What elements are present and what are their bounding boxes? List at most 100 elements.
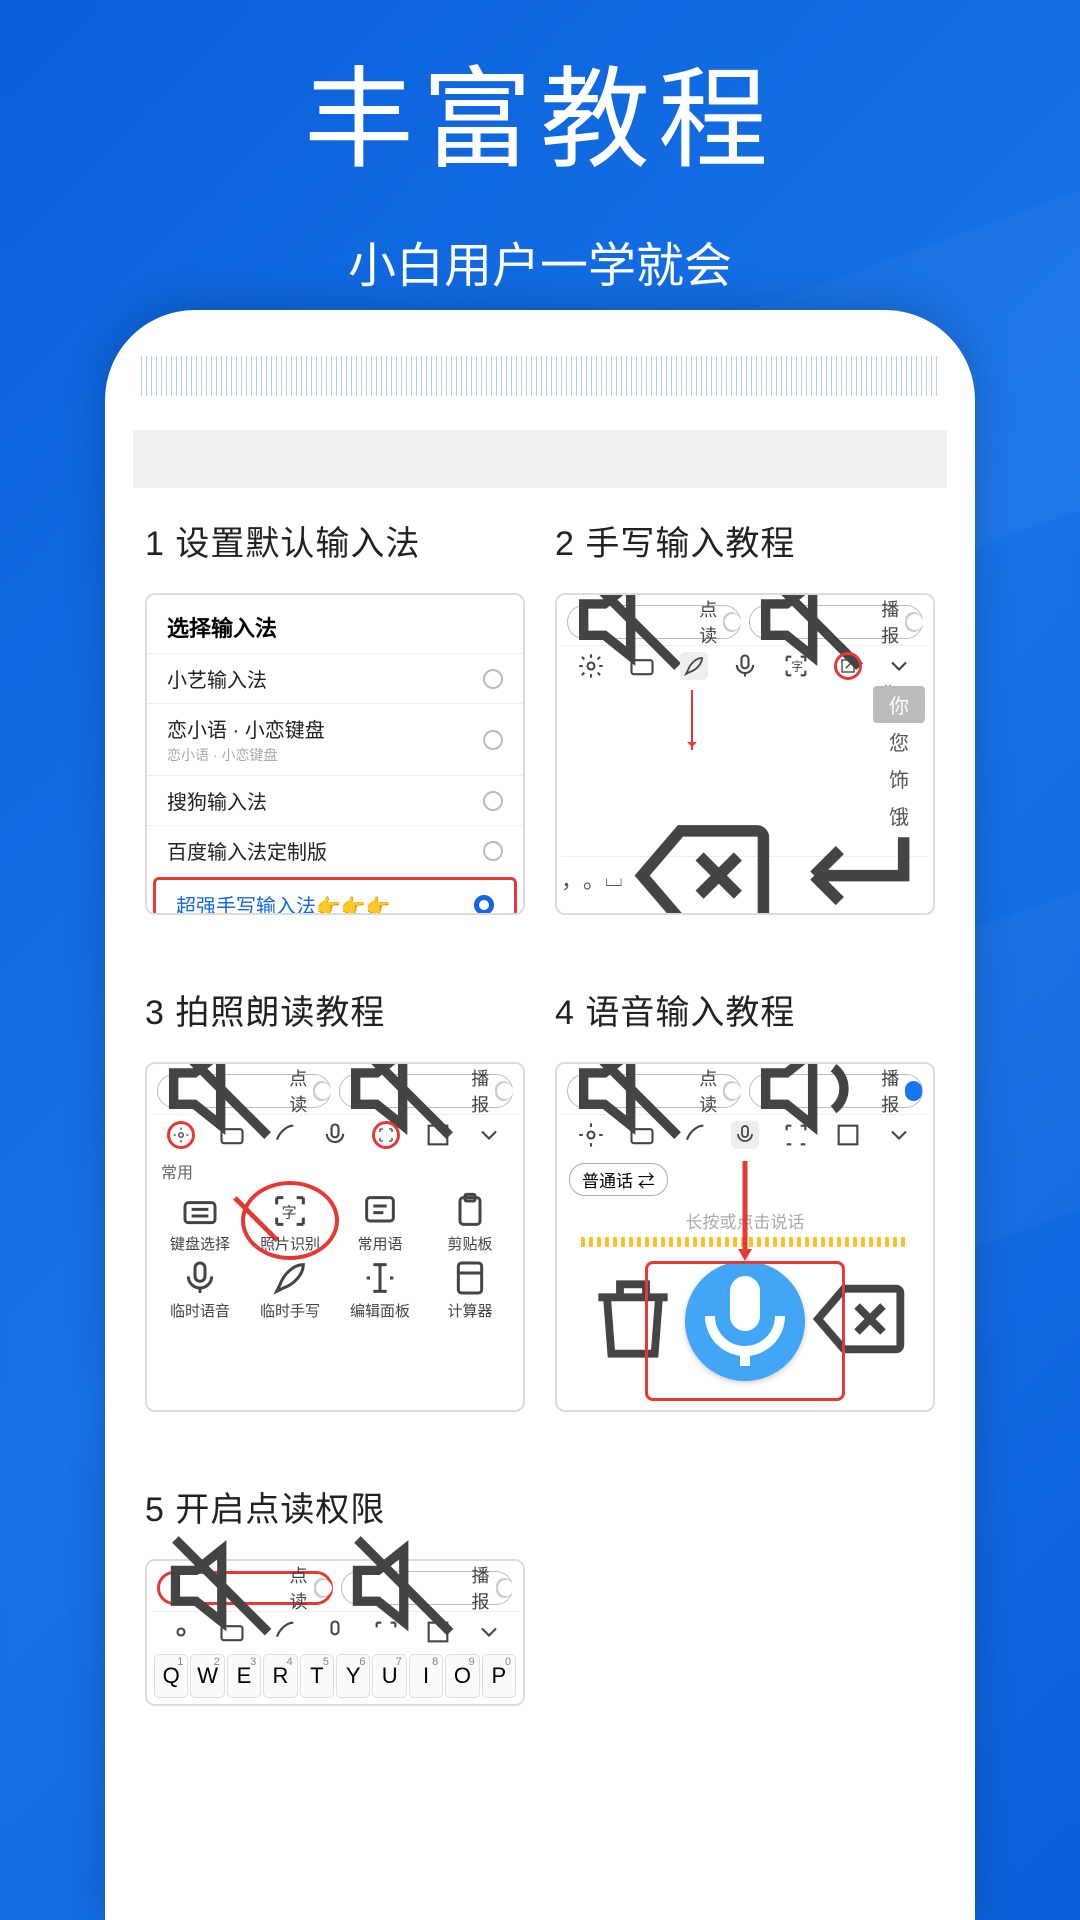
annotation-arrow <box>691 690 693 750</box>
comma-key[interactable]: ， <box>561 863 583 895</box>
tool-clipboard[interactable]: 剪贴板 <box>427 1191 513 1254</box>
chevron-down-icon[interactable] <box>885 652 913 680</box>
feather-icon[interactable] <box>270 1618 298 1646</box>
mic-icon[interactable] <box>321 1121 349 1149</box>
tool-temp-handwrite[interactable]: 临时手写 <box>247 1258 333 1321</box>
tool-edit-panel[interactable]: 编辑面板 <box>337 1258 423 1321</box>
resize-icon[interactable] <box>424 1121 452 1149</box>
keyboard-icon[interactable] <box>628 1121 656 1149</box>
radio-off-icon <box>483 669 503 689</box>
ime-option[interactable]: 小艺输入法 <box>147 653 523 703</box>
key-y[interactable]: Y6 <box>336 1654 370 1698</box>
key-i[interactable]: I8 <box>409 1654 443 1698</box>
resize-icon[interactable] <box>834 652 862 680</box>
key-o[interactable]: O9 <box>445 1654 479 1698</box>
key-t[interactable]: T5 <box>300 1654 334 1698</box>
chevron-down-icon[interactable] <box>885 1121 913 1149</box>
key-q[interactable]: Q1 <box>154 1654 188 1698</box>
keyboard-icon[interactable] <box>218 1121 246 1149</box>
key-r[interactable]: R4 <box>263 1654 297 1698</box>
tutorial-5: 5 开启点读权限 点读 播报 <box>145 1482 525 1706</box>
tutorial-3: 3 拍照朗读教程 点读 播报 <box>145 985 525 1412</box>
space-key[interactable]: ⌴ <box>605 866 623 892</box>
feather-icon[interactable] <box>270 1121 298 1149</box>
radio-off-icon <box>483 841 503 861</box>
tool-temp-voice[interactable]: 临时语音 <box>157 1258 243 1321</box>
chevron-down-icon[interactable] <box>475 1618 503 1646</box>
resize-icon[interactable] <box>424 1618 452 1646</box>
qwerty-row: Q1 W2 E3 R4 T5 Y6 U7 I8 O9 P0 <box>151 1652 519 1700</box>
radio-off-icon <box>483 730 503 750</box>
svg-text:字: 字 <box>792 660 804 674</box>
screenshot-voice: 点读 播报 普通话 ⇄ 长按或点击说话 <box>555 1062 935 1412</box>
broadcast-toggle-pill[interactable]: 播报 <box>749 605 923 639</box>
candidate-item[interactable]: 你 <box>873 686 925 723</box>
tutorial-2-title: 2 手写输入教程 <box>555 516 935 565</box>
screenshot-photo-read: 点读 播报 常用 <box>145 1062 525 1412</box>
keyboard-icon[interactable] <box>218 1618 246 1646</box>
highlight-selected-ime: 超强手写输入法👉👉👉 <box>153 877 517 915</box>
feather-icon[interactable] <box>680 652 708 680</box>
toggle-off-icon <box>723 612 740 632</box>
key-u[interactable]: U7 <box>372 1654 406 1698</box>
candidate-item[interactable]: 饰 <box>873 760 925 797</box>
tutorial-1-title: 1 设置默认输入法 <box>145 516 525 565</box>
gear-icon[interactable] <box>577 1121 605 1149</box>
language-pill[interactable]: 普通话 ⇄ <box>569 1163 668 1196</box>
radio-on-icon <box>474 895 494 915</box>
tutorial-4: 4 语音输入教程 点读 播报 <box>555 985 935 1412</box>
gear-icon[interactable] <box>167 1618 195 1646</box>
mic-icon[interactable] <box>321 1618 349 1646</box>
tool-photo-ocr[interactable]: 字 照片识别 <box>247 1191 333 1254</box>
keyboard-icon[interactable] <box>628 652 656 680</box>
screenshot-ime-select: 选择输入法 小艺输入法 恋小语 · 小恋键盘 恋小语 · 小恋键盘 搜狗输入法 <box>145 593 525 915</box>
ime-option[interactable]: 恋小语 · 小恋键盘 恋小语 · 小恋键盘 <box>147 703 523 775</box>
ime-option-selected[interactable]: 超强手写输入法👉👉👉 <box>156 880 514 915</box>
gear-icon[interactable] <box>577 652 605 680</box>
screenshot-handwrite: 点读 播报 字 你 <box>555 593 935 915</box>
ocr-icon[interactable]: 字 <box>782 652 810 680</box>
ime-option[interactable]: 搜狗输入法 <box>147 775 523 825</box>
ocr-icon[interactable] <box>372 1618 400 1646</box>
annotation-arrow <box>735 1161 755 1261</box>
candidate-list: 你 您 饰 饿 <box>873 686 925 834</box>
phone-waveform <box>141 356 939 396</box>
tool-phrases[interactable]: 常用语 <box>337 1191 423 1254</box>
tutorial-4-title: 4 语音输入教程 <box>555 985 935 1034</box>
toggle-off-icon <box>905 612 922 632</box>
tutorial-1: 1 设置默认输入法 选择输入法 小艺输入法 恋小语 · 小恋键盘 恋小语 · 小… <box>145 516 525 915</box>
highlight-box <box>645 1261 845 1401</box>
broadcast-toggle-pill[interactable]: 播报 <box>341 1571 513 1605</box>
chevron-down-icon[interactable] <box>475 1121 503 1149</box>
read-toggle-pill[interactable]: 点读 <box>567 605 741 639</box>
read-toggle-pill[interactable]: 点读 <box>157 1074 331 1108</box>
mic-icon[interactable] <box>731 1121 759 1149</box>
mic-icon[interactable] <box>731 652 759 680</box>
section-label: 常用 <box>151 1155 519 1187</box>
candidate-item[interactable]: 您 <box>873 723 925 760</box>
page-title: 丰富教程 <box>0 30 1080 190</box>
broadcast-toggle-pill[interactable]: 播报 <box>749 1074 923 1108</box>
feather-icon[interactable] <box>680 1121 708 1149</box>
radio-off-icon <box>483 791 503 811</box>
broadcast-toggle-pill[interactable]: 播报 <box>339 1074 513 1108</box>
tutorial-3-title: 3 拍照朗读教程 <box>145 985 525 1034</box>
candidate-item[interactable]: 饿 <box>873 797 925 834</box>
key-e[interactable]: E3 <box>227 1654 261 1698</box>
screenshot-permission: 点读 播报 Q1 <box>145 1559 525 1706</box>
resize-icon[interactable] <box>834 1121 862 1149</box>
ime-dialog-title: 选择输入法 <box>147 595 523 653</box>
divider-bar <box>133 430 947 488</box>
handwrite-canvas[interactable]: 你: ni 你 您 饰 饿 <box>561 686 929 856</box>
ime-option[interactable]: 百度输入法定制版 <box>147 825 523 875</box>
tool-calculator[interactable]: 计算器 <box>427 1258 513 1321</box>
key-p[interactable]: P0 <box>482 1654 516 1698</box>
period-key[interactable]: 。 <box>583 863 605 895</box>
tutorial-2: 2 手写输入教程 点读 播报 <box>555 516 935 915</box>
read-toggle-pill[interactable]: 点读 <box>567 1074 741 1108</box>
ocr-icon[interactable] <box>782 1121 810 1149</box>
gear-icon[interactable] <box>167 1121 195 1149</box>
handwrite-bottom-bar: ， 。 ⌴ <box>561 856 929 900</box>
key-w[interactable]: W2 <box>190 1654 224 1698</box>
read-toggle-pill[interactable]: 点读 <box>157 1571 333 1605</box>
